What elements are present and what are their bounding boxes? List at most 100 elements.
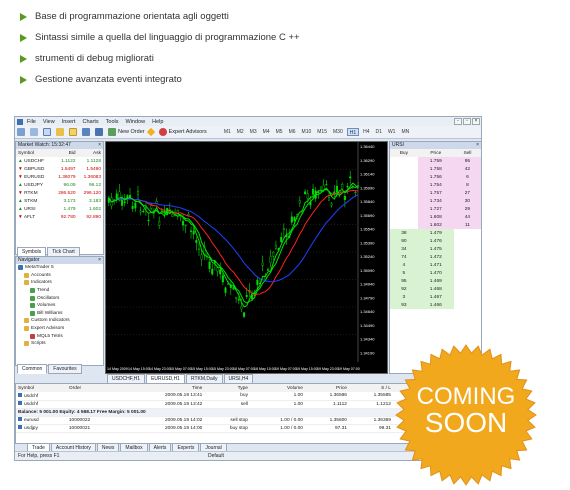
price-cell: 1.472: [429, 254, 442, 260]
profiles-button[interactable]: [30, 127, 40, 137]
close-icon[interactable]: ×: [476, 142, 479, 149]
menu-file[interactable]: File: [27, 119, 36, 125]
navigator-item[interactable]: Accounts: [18, 272, 103, 280]
metaeditor-button[interactable]: [146, 127, 156, 137]
dom-buy-row[interactable]: 95 1.469: [390, 277, 481, 285]
timeframe-m3-button[interactable]: M3: [248, 128, 259, 136]
navigator-item-label: Trend: [37, 288, 50, 294]
terminal-col-header[interactable]: Volume: [249, 384, 305, 392]
navigator-item[interactable]: Expert Advisors: [18, 325, 103, 333]
timeframe-m30-button[interactable]: M30: [331, 128, 345, 136]
dom-sell-row[interactable]: 1.602 11: [390, 221, 481, 229]
tab-favourites[interactable]: Favourites: [48, 364, 82, 374]
col-bid[interactable]: Bid: [52, 149, 78, 157]
dom-buy-row[interactable]: 92 1.468: [390, 285, 481, 293]
coming-soon-badge: COMING SOON: [395, 344, 537, 486]
terminal-button[interactable]: [82, 127, 92, 137]
timeframe-w1-button[interactable]: W1: [386, 128, 398, 136]
dom-sell-row[interactable]: 1.754 8: [390, 181, 481, 189]
dom-sell-row[interactable]: 1.759 95: [390, 157, 481, 165]
market-watch-row[interactable]: ▼ EURUSD 1.36079 1.36083: [16, 173, 103, 181]
timeframe-m10-button[interactable]: M10: [300, 128, 314, 136]
restore-button[interactable]: ▫: [463, 118, 471, 125]
timeframe-m1-button[interactable]: M1: [222, 128, 233, 136]
dom-sell-row[interactable]: 1.734 30: [390, 197, 481, 205]
dom-sell-row[interactable]: 1.608 44: [390, 213, 481, 221]
market-watch-row[interactable]: ▲ USDCHF 1.1122 1.1128: [16, 157, 103, 165]
feature-item: Base di programmazione orientata agli og…: [20, 6, 300, 27]
new-order-button[interactable]: New Order: [108, 127, 145, 137]
navigator-icon: [69, 128, 77, 136]
terminal-col-header[interactable]: Time: [119, 384, 205, 392]
timeframe-d1-button[interactable]: D1: [374, 128, 384, 136]
menu-view[interactable]: View: [43, 119, 55, 125]
dom-buy-row[interactable]: 3 1.467: [390, 293, 481, 301]
timeframe-mn-button[interactable]: MN: [399, 128, 411, 136]
strategy-tester-button[interactable]: [95, 127, 105, 137]
market-watch-row[interactable]: ▲ STKM 3.173 3.183: [16, 197, 103, 205]
market-watch-row[interactable]: ▼ AFLT 92.780 92.890: [16, 213, 103, 221]
data-window-button[interactable]: [56, 127, 66, 137]
dom-sell-row[interactable]: 1.758 42: [390, 165, 481, 173]
market-watch-button[interactable]: [43, 127, 53, 137]
timeframe-m6-button[interactable]: M6: [287, 128, 298, 136]
navigator-item[interactable]: Oscillators: [18, 294, 103, 302]
col-symbol[interactable]: Symbol: [16, 149, 53, 157]
minimize-button[interactable]: -: [454, 118, 462, 125]
terminal-col-header[interactable]: Type: [204, 384, 250, 392]
timeframe-m15-button[interactable]: M15: [315, 128, 329, 136]
navigator-item-label: Oscillators: [37, 295, 60, 301]
dom-buy-row[interactable]: 5 1.470: [390, 269, 481, 277]
market-watch-row[interactable]: ▼ GBPUSD 1.5497 1.5490: [16, 165, 103, 173]
menu-tools[interactable]: Tools: [106, 119, 119, 125]
terminal-col-header[interactable]: Order: [66, 384, 120, 392]
navigator-item[interactable]: Indicators: [18, 279, 103, 287]
timeframe-m4-button[interactable]: M4: [261, 128, 272, 136]
timeframe-m5-button[interactable]: M5: [274, 128, 285, 136]
menu-insert[interactable]: Insert: [62, 119, 76, 125]
navigator-item[interactable]: MetaTrader 5: [18, 264, 103, 272]
candle-body: [163, 210, 166, 212]
dom-sell-row[interactable]: 1.727 29: [390, 205, 481, 213]
terminal-col-header[interactable]: Symbol: [16, 384, 67, 392]
dom-buy-row[interactable]: 34 1.475: [390, 245, 481, 253]
navigator-item[interactable]: Trend: [18, 287, 103, 295]
navigator-item[interactable]: Volumes: [18, 302, 103, 310]
close-icon[interactable]: ×: [98, 142, 101, 149]
toolbar: New Order Expert Advisors M1 M2 M3 M4 M5 M6 M1…: [15, 126, 481, 139]
close-button[interactable]: ×: [472, 118, 480, 125]
market-watch-row[interactable]: ▲ USDJPY 96.09 96.12: [16, 181, 103, 189]
menu-charts[interactable]: Charts: [82, 119, 98, 125]
dom-buy-row[interactable]: 74 1.472: [390, 253, 481, 261]
position-icon: [18, 417, 22, 421]
dom-sell-row[interactable]: 1.757 27: [390, 189, 481, 197]
symbol-name: USDCHF: [24, 158, 45, 164]
market-watch-row[interactable]: ▼ RTKM 286.520 296.120: [16, 189, 103, 197]
navigator-item[interactable]: Scripts: [18, 340, 103, 348]
navigator-button[interactable]: [69, 127, 79, 137]
dom-buy-row[interactable]: 4 1.471: [390, 261, 481, 269]
market-watch-row[interactable]: ▲ URSI 1.479 1.602: [16, 205, 103, 213]
dom-sell-row[interactable]: 1.756 6: [390, 173, 481, 181]
terminal-col-header[interactable]: Price: [304, 384, 349, 392]
terminal-col-header[interactable]: S / L: [348, 384, 393, 392]
tab-common[interactable]: Common: [17, 364, 48, 374]
navigator-item[interactable]: Bill Williams: [18, 310, 103, 318]
timeframe-h1-button[interactable]: H1: [346, 128, 360, 136]
navigator-item[interactable]: Custom Indicators: [18, 317, 103, 325]
timeframe-m2-button[interactable]: M2: [235, 128, 246, 136]
navigator-item[interactable]: MQL5 Tetris: [18, 332, 103, 340]
price-chart[interactable]: 1.36440 1.36290 1.36140 1.35990 1.35840 1.356…: [105, 141, 388, 374]
dom-buy-row[interactable]: 38 1.479: [390, 229, 481, 237]
ask-cell: 96.12: [88, 182, 101, 188]
col-ask[interactable]: Ask: [77, 149, 103, 157]
timeframe-h4-button[interactable]: H4: [361, 128, 371, 136]
close-icon[interactable]: ×: [98, 257, 101, 264]
dom-buy-row[interactable]: 93 1.466: [390, 301, 481, 309]
ask-cell: 92.890: [86, 214, 101, 220]
expert-advisors-button[interactable]: Expert Advisors: [158, 127, 207, 137]
new-chart-button[interactable]: [17, 127, 27, 137]
dom-buy-row[interactable]: 90 1.476: [390, 237, 481, 245]
menu-help[interactable]: Help: [152, 119, 163, 125]
menu-window[interactable]: Window: [126, 119, 146, 125]
